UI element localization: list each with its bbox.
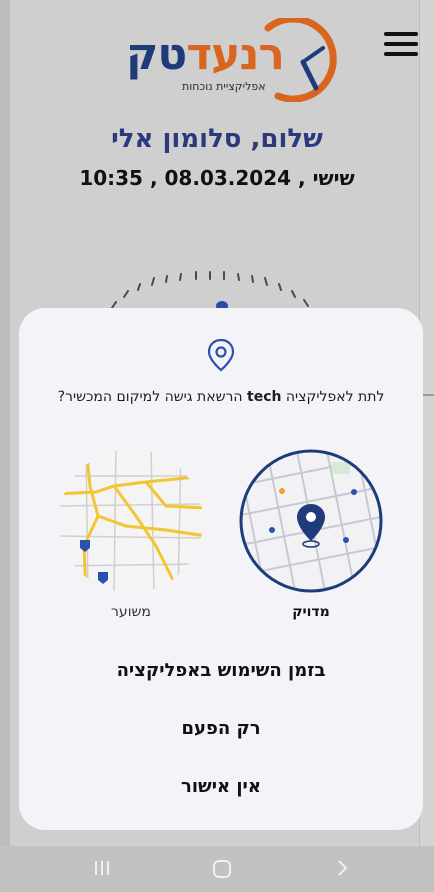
back-icon[interactable] (334, 858, 350, 878)
approximate-location-option[interactable]: משוער (56, 446, 206, 620)
home-icon[interactable] (211, 858, 233, 880)
precise-label: מדויק (292, 604, 330, 620)
greeting-text: שלום, סלומון אלי (111, 124, 323, 154)
system-navigation-bar (0, 846, 434, 892)
approximate-map-icon (59, 449, 203, 593)
hamburger-icon[interactable] (384, 32, 418, 58)
logo-wordmark: רנעדטק (126, 29, 285, 80)
allow-while-using-button[interactable]: בזמן השימוש באפליקציה (19, 660, 423, 681)
logo-subtitle: אפליקציית נוכחות (182, 80, 266, 93)
app-background: רנעדטק אפליקציית נוכחות שלום, סלומון אלי… (0, 0, 434, 892)
precise-map-icon (239, 449, 383, 593)
location-permission-dialog: לתת לאפליקציה tech הרשאת גישה למיקום המכ… (19, 308, 423, 830)
app-logo: רנעדטק אפליקציית נוכחות (118, 18, 340, 102)
precise-location-option[interactable]: מדויק (236, 446, 386, 620)
location-pin-icon (207, 338, 235, 372)
date-time-text: שישי , 08.03.2024 , 10:35 (79, 166, 355, 190)
permission-question: לתת לאפליקציה tech הרשאת גישה למיקום המכ… (57, 389, 385, 405)
approximate-label: משוער (111, 604, 151, 620)
recents-icon[interactable] (92, 858, 112, 878)
deny-button[interactable]: אין אישור (19, 776, 423, 797)
allow-only-once-button[interactable]: רק הפעם (19, 718, 423, 739)
